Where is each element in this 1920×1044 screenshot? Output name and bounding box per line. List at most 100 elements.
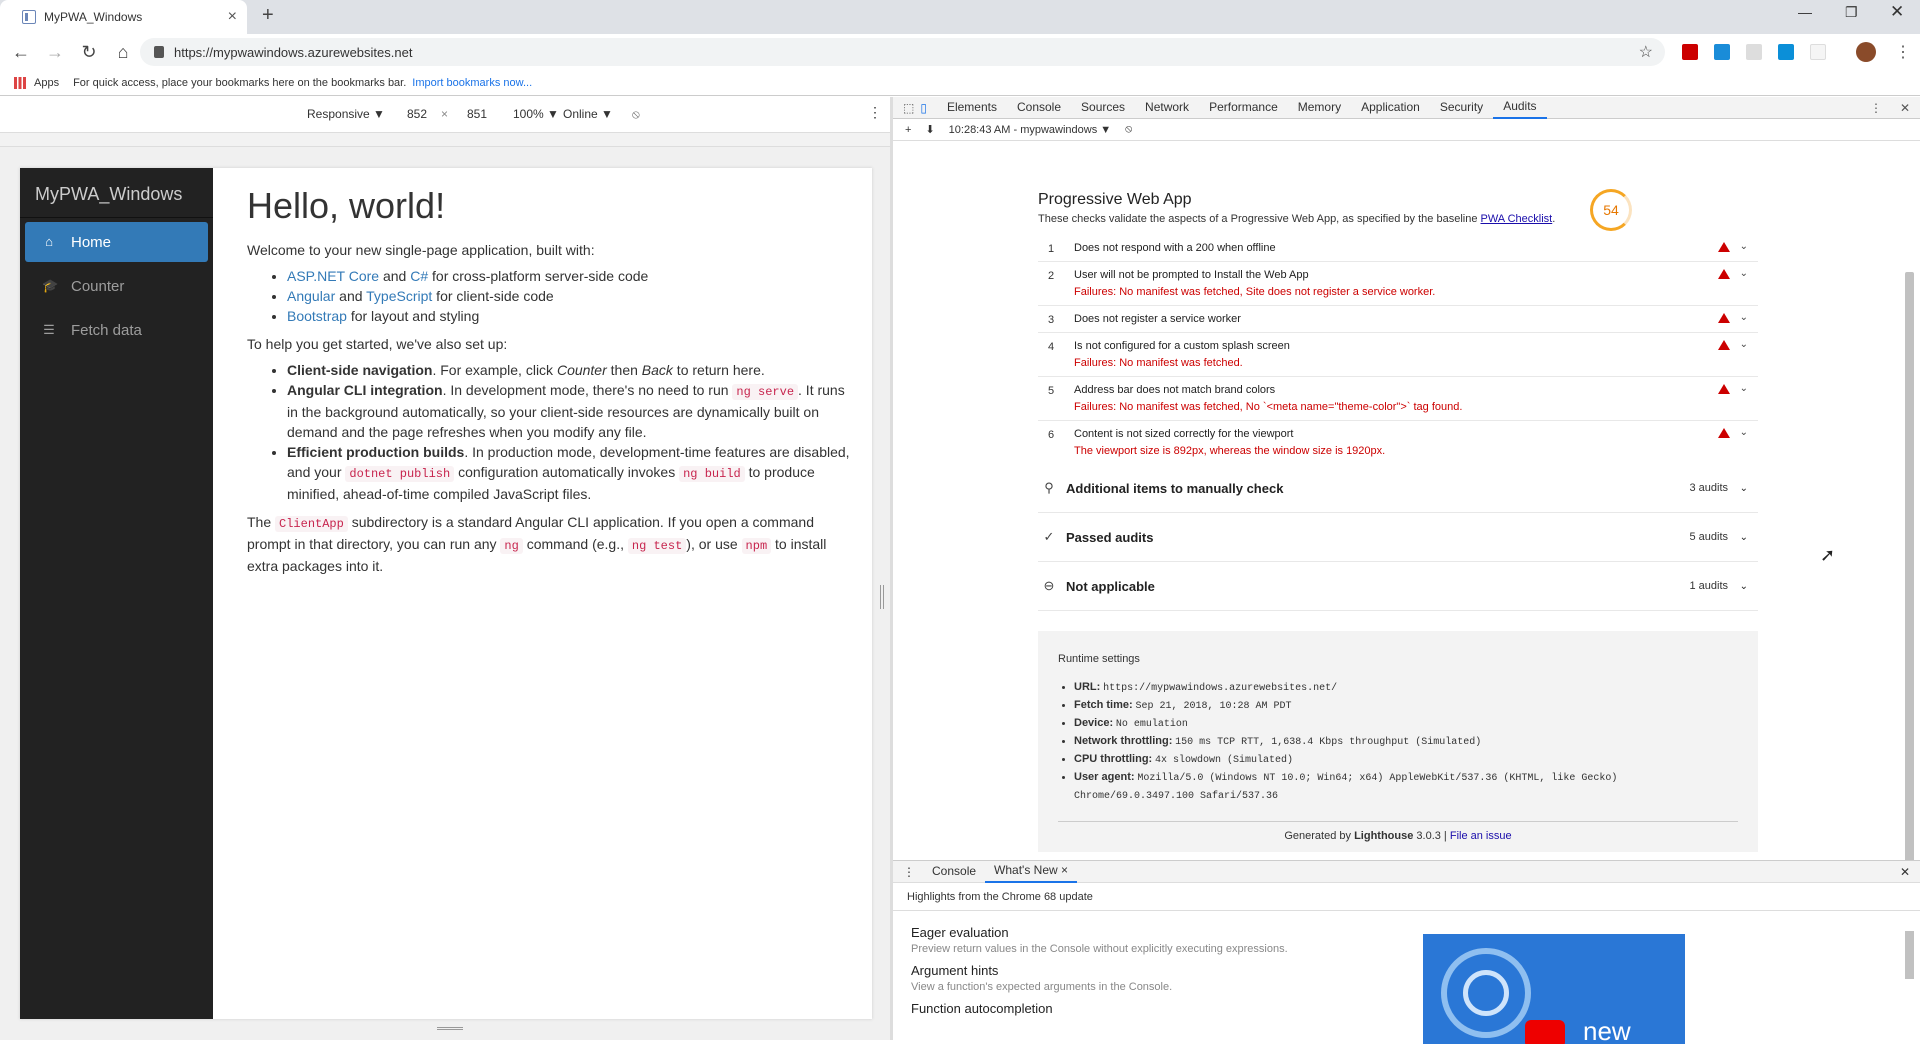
extension-icon-1[interactable] (1682, 44, 1698, 60)
windows-extension-icon[interactable] (1778, 44, 1794, 60)
not-applicable-group[interactable]: ⊖ Not applicable 1 audits ⌄ (1038, 562, 1758, 611)
chevron-down-icon[interactable]: ⌄ (1740, 312, 1748, 323)
width-resize-handle[interactable] (880, 585, 884, 609)
feature-item[interactable]: Eager evaluation Preview return values in… (911, 925, 1920, 955)
audit-number: 6 (1048, 429, 1055, 441)
fail-warning-icon (1718, 313, 1730, 323)
close-tab-icon[interactable]: × (228, 8, 237, 26)
extension-icon-3[interactable] (1746, 44, 1762, 60)
manual-check-group[interactable]: ⚲ Additional items to manually check 3 aud… (1038, 464, 1758, 513)
chevron-down-icon[interactable]: ⌄ (1740, 339, 1748, 350)
chevron-down-icon[interactable]: ⌄ (1740, 427, 1748, 438)
profile-avatar[interactable] (1856, 42, 1876, 62)
text: then (606, 362, 642, 378)
device-height-input[interactable]: 851 (467, 107, 487, 121)
text: . For example, click (432, 362, 557, 378)
reload-button[interactable]: ↻ (76, 42, 102, 63)
play-button-icon[interactable] (1525, 1020, 1565, 1044)
forward-button[interactable]: → (42, 42, 68, 63)
new-tab-button[interactable]: + (262, 4, 274, 27)
bootstrap-link[interactable]: Bootstrap (287, 308, 347, 324)
download-report-icon[interactable]: ⬇ (925, 123, 934, 136)
address-bar[interactable]: https://mypwawindows.azurewebsites.net ☆ (140, 38, 1665, 66)
report-scrollbar[interactable] (1905, 272, 1914, 932)
tab-performance[interactable]: Performance (1199, 97, 1288, 118)
aspnet-link[interactable]: ASP.NET Core (287, 268, 379, 284)
bookmarks-bar: Apps For quick access, place your bookma… (0, 70, 1920, 96)
chevron-down-icon[interactable]: ⌄ (1740, 241, 1748, 252)
apps-shortcut[interactable]: Apps (34, 77, 59, 89)
fail-warning-icon (1718, 269, 1730, 279)
close-tab-icon[interactable]: × (1061, 863, 1068, 877)
drawer-tab-console[interactable]: Console (923, 861, 985, 882)
tab-console[interactable]: Console (1007, 97, 1071, 118)
media-query-ruler[interactable] (0, 133, 890, 147)
back-button[interactable]: ← (8, 42, 34, 63)
app-brand[interactable]: MyPWA_Windows (20, 168, 213, 218)
audit-row[interactable]: 2 User will not be prompted to Install th… (1038, 262, 1758, 306)
restore-button[interactable]: ❐ (1845, 4, 1858, 21)
passed-audits-group[interactable]: ✓ Passed audits 5 audits ⌄ (1038, 513, 1758, 562)
tab-application[interactable]: Application (1351, 97, 1430, 118)
audit-row[interactable]: 3 Does not register a service worker ⌄ (1038, 306, 1758, 333)
runtime-value: Sep 21, 2018, 10:28 AM PDT (1135, 701, 1292, 712)
close-drawer-icon[interactable]: ✕ (1900, 865, 1910, 879)
tab-elements[interactable]: Elements (937, 97, 1007, 118)
extension-icon-2[interactable] (1714, 44, 1730, 60)
runtime-value: 150 ms TCP RTT, 1,638.4 Kbps throughput … (1175, 737, 1482, 748)
chevron-down-icon[interactable]: ⌄ (1740, 268, 1748, 279)
minimize-button[interactable]: — (1798, 4, 1812, 20)
whats-new-video[interactable]: new (1423, 934, 1685, 1044)
device-options-icon[interactable]: ⋮ (868, 104, 882, 121)
audit-row[interactable]: 1 Does not respond with a 200 when offlin… (1038, 235, 1758, 262)
network-select[interactable]: Online ▼ (563, 107, 613, 121)
feature-item[interactable]: Function autocompletion (911, 1001, 1920, 1016)
rotate-icon[interactable]: ⦸ (632, 107, 640, 122)
audit-row[interactable]: 6 Content is not sized correctly for the … (1038, 421, 1758, 464)
bookmark-star-icon[interactable]: ☆ (1639, 42, 1653, 62)
browser-menu-icon[interactable]: ⋮ (1895, 42, 1911, 62)
device-mode-select[interactable]: Responsive ▼ (307, 107, 385, 121)
nav-item-fetch-data[interactable]: ☰ Fetch data (25, 310, 208, 350)
browser-tab[interactable]: MyPWA_Windows × (0, 0, 247, 34)
file-issue-link[interactable]: File an issue (1450, 830, 1512, 842)
angular-link[interactable]: Angular (287, 288, 335, 304)
new-audit-icon[interactable]: + (905, 124, 911, 136)
device-toggle-icon[interactable]: ▯ (920, 101, 927, 115)
close-devtools-icon[interactable]: ✕ (1900, 101, 1910, 115)
close-window-button[interactable]: ✕ (1890, 2, 1904, 22)
typescript-link[interactable]: TypeScript (366, 288, 432, 304)
device-width-input[interactable]: 852 (407, 107, 427, 121)
chevron-down-icon[interactable]: ⌄ (1740, 383, 1748, 394)
tab-memory[interactable]: Memory (1288, 97, 1351, 118)
device-toolbar: Responsive ▼ 852 × 851 100% ▼ Online ▼ ⦸… (0, 97, 890, 133)
audit-row[interactable]: 5 Address bar does not match brand colors… (1038, 377, 1758, 421)
drawer-tab-whats-new[interactable]: What's New × (985, 860, 1078, 883)
runtime-key: URL: (1074, 681, 1101, 693)
tab-security[interactable]: Security (1430, 97, 1493, 118)
inspect-element-icon[interactable]: ⬚ (903, 101, 914, 115)
nav-item-counter[interactable]: 🎓 Counter (25, 266, 208, 306)
pwa-checklist-link[interactable]: PWA Checklist (1481, 213, 1553, 225)
tab-audits[interactable]: Audits (1493, 96, 1547, 119)
devtools-menu-icon[interactable]: ⋮ (1870, 101, 1882, 115)
feature-item[interactable]: Argument hints View a function's expected… (911, 963, 1920, 993)
height-resize-handle[interactable] (437, 1027, 463, 1030)
runtime-value: 4x slowdown (Simulated) (1154, 755, 1294, 766)
tab-sources[interactable]: Sources (1071, 97, 1135, 118)
audit-number: 3 (1048, 314, 1055, 326)
ebay-extension-icon[interactable] (1810, 44, 1826, 60)
feature-title: Eager evaluation (911, 925, 1009, 940)
tab-network[interactable]: Network (1135, 97, 1199, 118)
nav-item-home[interactable]: ⌂ Home (25, 222, 208, 262)
drawer-scrollbar[interactable] (1905, 931, 1914, 979)
csharp-link[interactable]: C# (410, 268, 428, 284)
import-bookmarks-link[interactable]: Import bookmarks now... (412, 77, 532, 89)
clear-reports-icon[interactable]: ⦸ (1125, 123, 1132, 136)
zoom-select[interactable]: 100% ▼ (513, 107, 559, 121)
audit-row[interactable]: 4 Is not configured for a custom splash s… (1038, 333, 1758, 377)
home-button[interactable]: ⌂ (110, 42, 136, 63)
report-select[interactable]: 10:28:43 AM - mypwawindows ▼ (949, 124, 1112, 136)
drawer-menu-icon[interactable]: ⋮ (903, 865, 915, 879)
runtime-value: https://mypwawindows.azurewebsites.net/ (1103, 683, 1338, 694)
